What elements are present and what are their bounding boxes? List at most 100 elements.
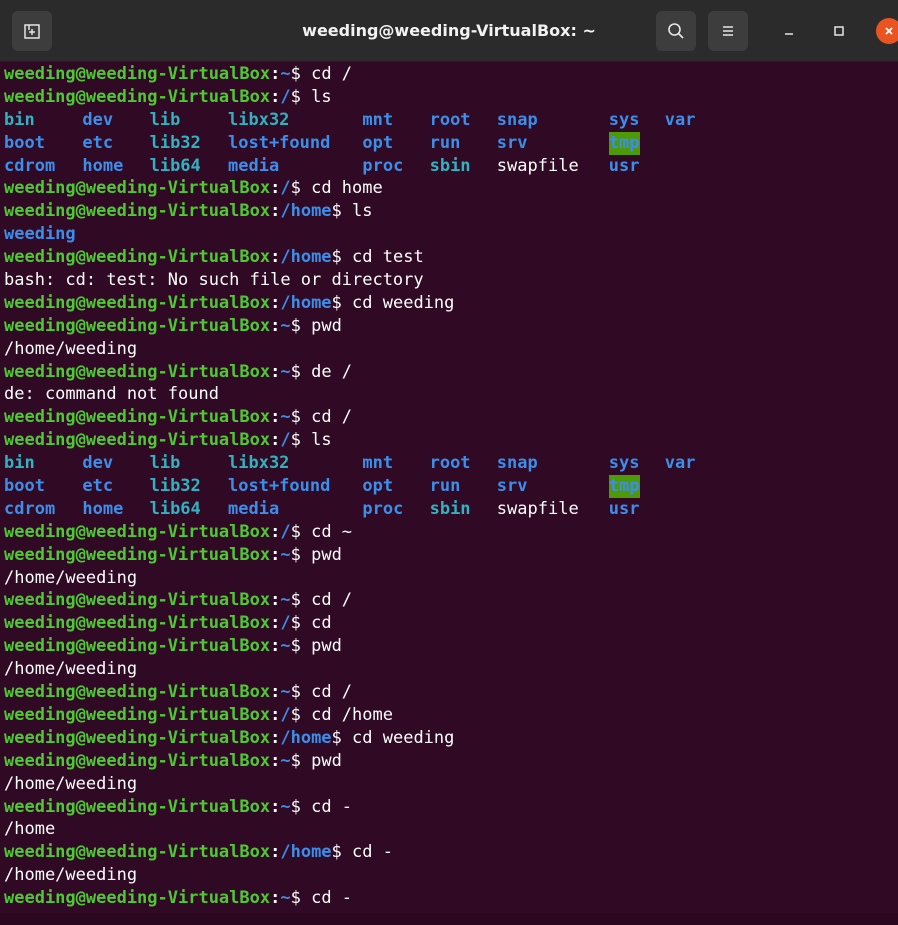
prompt-dollar: $ — [290, 682, 312, 703]
output-text: /home — [4, 819, 56, 840]
prompt-dollar: $ — [290, 544, 312, 565]
prompt-separator: : — [270, 636, 281, 657]
ls-output-row: boot etc lib32 lost+found opt run srv tmp — [4, 131, 640, 155]
output-line: bash: cd: test: No such file or director… — [4, 269, 454, 292]
output-text: /home/weeding — [4, 773, 138, 794]
prompt-user: weeding@weeding-VirtualBox — [4, 750, 271, 771]
ls-output-row: bin dev lib libx32 mnt root snap sys var — [4, 109, 696, 132]
prompt-path: ~ — [280, 888, 291, 909]
terminal-output[interactable]: weeding@weeding-VirtualBox:~$ cd / weedin… — [0, 62, 898, 925]
prompt-path: / — [280, 178, 291, 199]
prompt-separator: : — [270, 521, 281, 542]
command-text: cd / — [311, 590, 353, 611]
prompt-separator: : — [270, 590, 281, 611]
prompt-path: ~ — [280, 750, 291, 771]
prompt-user: weeding@weeding-VirtualBox — [4, 361, 271, 382]
ls-entry: etc — [82, 476, 114, 497]
close-button[interactable] — [876, 18, 898, 44]
command-text: ls — [311, 430, 332, 451]
ls-entry: tmp — [608, 475, 640, 498]
prompt-path: ~ — [280, 361, 291, 382]
ls-entry: boot — [4, 132, 45, 153]
ls-entry: run — [429, 132, 461, 153]
prompt-user: weeding@weeding-VirtualBox — [4, 727, 271, 748]
ls-entry: root — [429, 109, 471, 130]
ls-entry: var — [664, 109, 696, 130]
menu-button[interactable] — [708, 11, 748, 51]
maximize-button[interactable] — [827, 19, 851, 43]
command-text: cd / — [311, 64, 353, 84]
output-line: /home/weeding — [4, 338, 454, 361]
prompt-path: ~ — [280, 590, 291, 611]
command-text: pwd — [311, 636, 342, 657]
prompt-user: weeding@weeding-VirtualBox — [4, 590, 271, 611]
ls-entry: home — [82, 155, 124, 176]
ls-entry: libx32 — [228, 453, 290, 474]
prompt-path: / — [280, 86, 291, 107]
prompt-line: weeding@weeding-VirtualBox:~$ cd / — [4, 681, 454, 704]
ls-entry: libx32 — [228, 109, 290, 130]
prompt-separator: : — [270, 704, 281, 725]
output-line: weeding — [4, 223, 454, 246]
prompt-path: ~ — [280, 796, 291, 817]
prompt-user: weeding@weeding-VirtualBox — [4, 86, 271, 107]
prompt-user: weeding@weeding-VirtualBox — [4, 636, 271, 657]
prompt-path: ~ — [280, 636, 291, 657]
ls-entry: weeding — [4, 224, 76, 245]
output-text: de: command not found — [4, 384, 219, 405]
ls-entry: opt — [362, 476, 394, 497]
prompt-path: ~ — [280, 407, 291, 428]
prompt-dollar: $ — [290, 590, 312, 611]
prompt-user: weeding@weeding-VirtualBox — [4, 796, 271, 817]
ls-entry: lib32 — [149, 476, 201, 497]
prompt-separator: : — [270, 361, 281, 382]
prompt-dollar: $ — [331, 292, 353, 313]
terminal-bottom-edge — [0, 913, 898, 925]
ls-entry: etc — [82, 132, 114, 153]
prompt-path: / — [280, 521, 291, 542]
prompt-separator: : — [270, 682, 281, 703]
prompt-dollar: $ — [290, 888, 312, 909]
ls-entry: dev — [82, 109, 114, 130]
ls-entry: var — [664, 453, 696, 474]
output-line: /home/weeding — [4, 773, 454, 796]
prompt-line: weeding@weeding-VirtualBox:/home$ cd wee… — [4, 727, 454, 750]
ls-entry: srv — [496, 132, 528, 153]
ls-output-row: bin dev lib libx32 mnt root snap sys var — [4, 452, 696, 475]
prompt-line: weeding@weeding-VirtualBox:/$ cd ~ — [4, 521, 454, 544]
prompt-line: weeding@weeding-VirtualBox:/$ cd /home — [4, 704, 454, 727]
command-text: cd / — [311, 682, 353, 703]
ls-entry: snap — [496, 453, 538, 474]
prompt-line: weeding@weeding-VirtualBox:/$ ls — [4, 429, 454, 452]
search-button[interactable] — [656, 11, 696, 51]
ls-entry: bin — [4, 453, 35, 474]
prompt-dollar: $ — [290, 64, 312, 84]
ls-entry: bin — [4, 109, 35, 130]
prompt-path: ~ — [280, 315, 291, 336]
prompt-line: weeding@weeding-VirtualBox:~$ pwd — [4, 544, 454, 567]
prompt-separator: : — [270, 292, 281, 313]
prompt-separator: : — [270, 888, 281, 909]
prompt-user: weeding@weeding-VirtualBox — [4, 613, 271, 634]
ls-entry: run — [429, 476, 461, 497]
prompt-user: weeding@weeding-VirtualBox — [4, 292, 271, 313]
command-text: cd test — [352, 247, 424, 268]
minimize-icon — [785, 33, 793, 35]
ls-entry: mnt — [362, 453, 394, 474]
prompt-path: ~ — [280, 544, 291, 565]
output-line: /home/weeding — [4, 658, 454, 681]
prompt-path: /home — [280, 292, 332, 313]
ls-entry: cdrom — [4, 155, 56, 176]
output-text: bash: cd: test: No such file or director… — [4, 270, 424, 291]
prompt-user: weeding@weeding-VirtualBox — [4, 201, 271, 222]
command-text: ls — [311, 86, 332, 107]
ls-entry: cdrom — [4, 498, 56, 519]
minimize-button[interactable] — [777, 19, 801, 43]
prompt-dollar: $ — [290, 86, 312, 107]
ls-entry: media — [228, 498, 280, 519]
ls-entry: opt — [362, 132, 394, 153]
ls-output-row: cdrom home lib64 media proc sbin swapfile usr — [4, 155, 640, 178]
prompt-user: weeding@weeding-VirtualBox — [4, 544, 271, 565]
ls-entry: snap — [496, 109, 538, 130]
prompt-dollar: $ — [290, 750, 312, 771]
